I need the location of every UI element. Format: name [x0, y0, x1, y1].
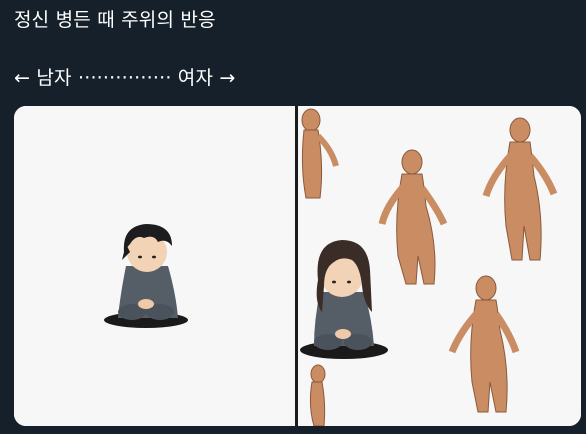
tweet-text-caption: ← 남자 ··············· 여자 →: [14, 67, 236, 89]
tweet-text-title: 정신 병든 때 주위의 반응: [14, 9, 216, 31]
panel-divider: [295, 106, 298, 426]
tweet-media-image[interactable]: [14, 106, 581, 426]
